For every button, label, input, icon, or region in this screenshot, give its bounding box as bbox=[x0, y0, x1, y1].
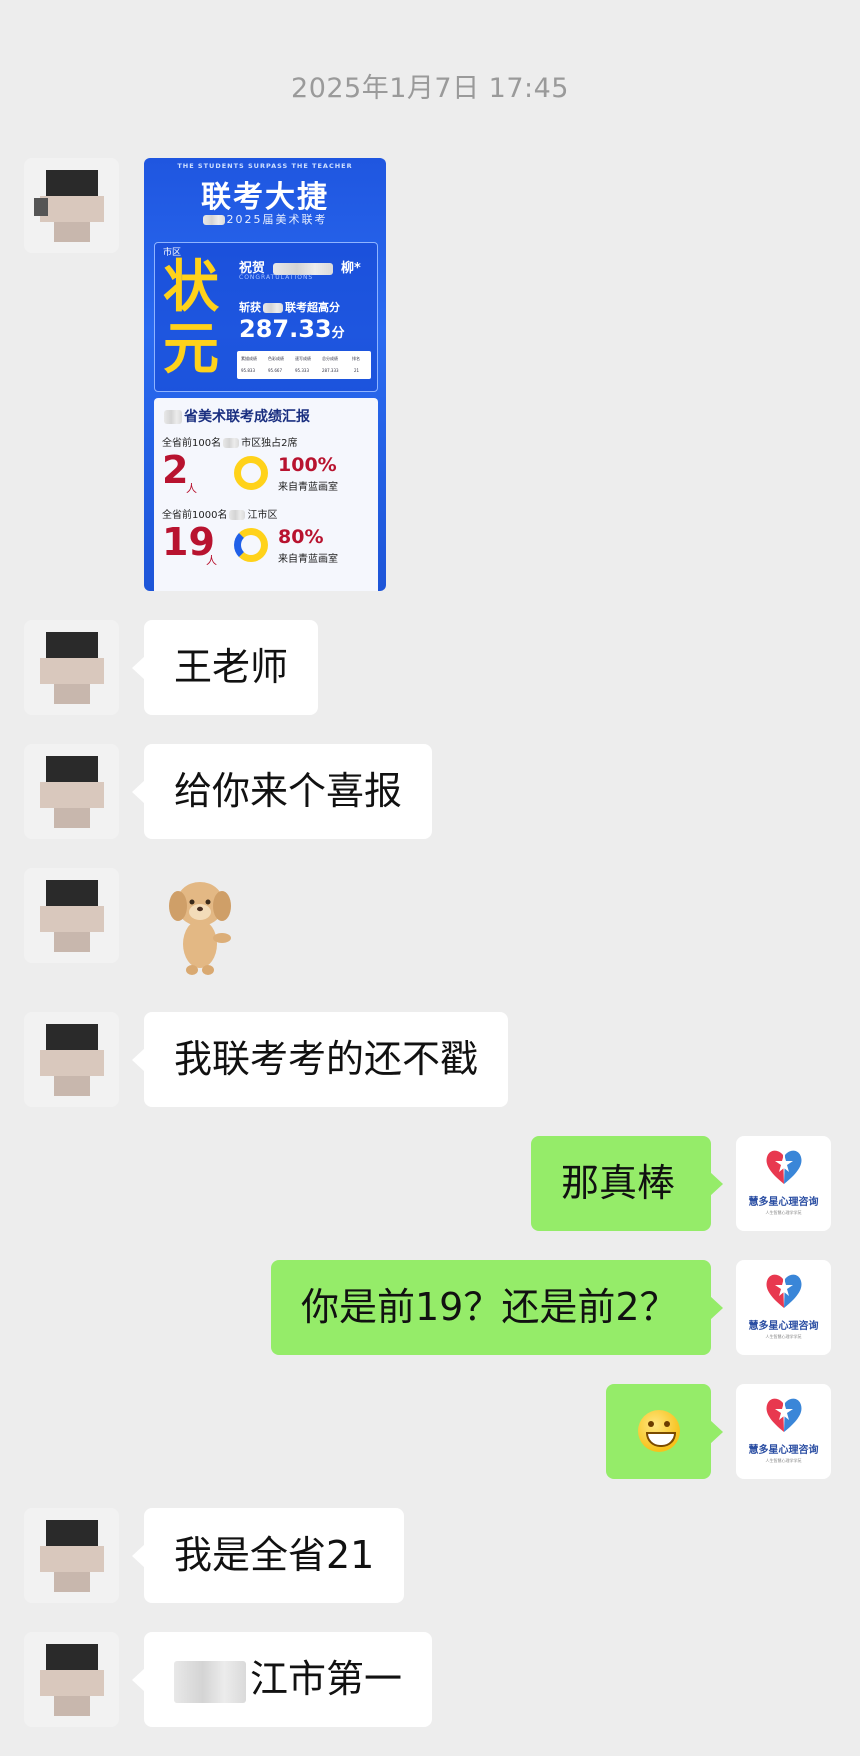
poster-congrats-en: CONGRATULATIONS bbox=[239, 274, 314, 281]
poster-title: 联考大捷 bbox=[201, 180, 329, 215]
brand-subtitle: 人生智慧心理学学苑 bbox=[765, 1334, 802, 1339]
poster-ring-chart bbox=[234, 528, 268, 562]
poster-top1000-pct: 80% bbox=[278, 526, 324, 548]
message-bubble[interactable]: 给你来个喜报 bbox=[131, 744, 433, 839]
brand-name: 慧多星心理咨询 bbox=[748, 1321, 819, 1332]
message-bubble[interactable]: 我是全省21 bbox=[131, 1508, 405, 1603]
message-bubble-outgoing[interactable]: 你是前19？还是前2？ bbox=[271, 1260, 723, 1355]
poster-subtitle: 2025届美术联考 bbox=[144, 211, 386, 227]
poster-report-card: 省美术联考成绩汇报 全省前100名 市区独占2席 2 人 100% 来自青蓝画室 … bbox=[154, 398, 378, 591]
poster-person-unit: 人 bbox=[206, 554, 217, 567]
poster-report-title: 省美术联考成绩汇报 bbox=[164, 406, 310, 426]
brand-subtitle: 人生智慧心理学学苑 bbox=[765, 1210, 802, 1215]
message-bubble-outgoing[interactable]: 那真棒 bbox=[531, 1136, 723, 1231]
message-bubble[interactable]: 我联考考的还不戳 bbox=[131, 1012, 509, 1107]
contact-avatar[interactable] bbox=[24, 158, 119, 253]
contact-avatar[interactable] bbox=[24, 620, 119, 715]
brand-name: 慧多星心理咨询 bbox=[748, 1445, 819, 1456]
chat-timestamp: 2025年1月7日 17:45 bbox=[291, 73, 569, 104]
heart-logo-icon bbox=[766, 1274, 802, 1308]
brand-name: 慧多星心理咨询 bbox=[748, 1197, 819, 1208]
message-bubble[interactable]: 江市第一 bbox=[131, 1632, 433, 1727]
poster-top100-pct: 100% bbox=[278, 454, 337, 476]
poster-person-unit: 人 bbox=[186, 482, 197, 495]
my-avatar[interactable]: 慧多星心理咨询 人生智慧心理学学苑 bbox=[736, 1136, 831, 1231]
poster-top100-label: 全省前100名 市区独占2席 bbox=[162, 438, 298, 449]
poster-from-studio: 来自青蓝画室 bbox=[278, 554, 338, 565]
poster-from-studio: 来自青蓝画室 bbox=[278, 482, 338, 493]
brand-subtitle: 人生智慧心理学学苑 bbox=[765, 1458, 802, 1463]
puppy-sticker[interactable] bbox=[160, 872, 240, 977]
my-avatar[interactable]: 慧多星心理咨询 人生智慧心理学学苑 bbox=[736, 1260, 831, 1355]
contact-avatar[interactable] bbox=[24, 1508, 119, 1603]
message-bubble-outgoing[interactable] bbox=[606, 1384, 723, 1479]
poster-score: 287.33分 bbox=[239, 315, 345, 343]
poster-top100-count: 2 bbox=[162, 448, 189, 492]
poster-high-score-label: 斩获 联考超高分 bbox=[239, 301, 340, 314]
redacted-text bbox=[174, 1660, 246, 1703]
contact-avatar[interactable] bbox=[24, 1632, 119, 1727]
poster-champion-card: 市区 状元 祝贺 柳* CONGRATULATIONS 斩获 联考超高分 287.3… bbox=[154, 242, 378, 392]
poster-image[interactable]: THE STUDENTS SURPASS THE TEACHER 联考大捷 20… bbox=[144, 158, 386, 591]
message-bubble[interactable]: 王老师 bbox=[131, 620, 319, 715]
poster-top1000-label: 全省前1000名 江市区 bbox=[162, 510, 278, 521]
heart-logo-icon bbox=[766, 1398, 802, 1432]
poster-ring-chart bbox=[234, 456, 268, 490]
poster-score-table: 素描成绩 色彩成绩 速写成绩 总分成绩 排名 95.833 95.667 95.… bbox=[237, 351, 371, 379]
heart-logo-icon bbox=[766, 1150, 802, 1184]
contact-avatar[interactable] bbox=[24, 1012, 119, 1107]
poster-zhuangyuan: 状元 bbox=[163, 255, 219, 382]
poster-tagline: THE STUDENTS SURPASS THE TEACHER bbox=[177, 162, 353, 170]
my-avatar[interactable]: 慧多星心理咨询 人生智慧心理学学苑 bbox=[736, 1384, 831, 1479]
contact-avatar[interactable] bbox=[24, 868, 119, 963]
contact-avatar[interactable] bbox=[24, 744, 119, 839]
grinning-face-icon bbox=[637, 1409, 680, 1452]
